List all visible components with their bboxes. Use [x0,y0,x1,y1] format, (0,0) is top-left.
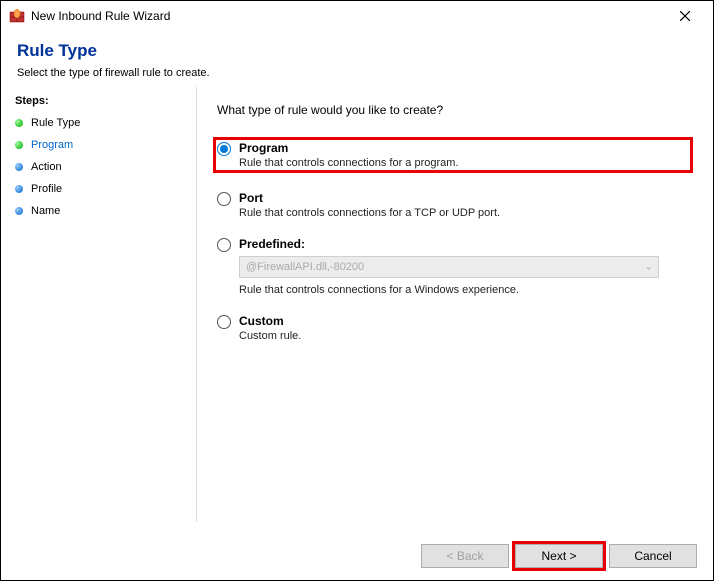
radio-program[interactable] [217,142,231,156]
option-predefined: Predefined: @FirewallAPI.dll,-80200 ⌄ Ru… [217,237,693,296]
bullet-icon [15,119,23,127]
bullet-icon [15,163,23,171]
step-label: Profile [31,183,62,195]
step-label: Action [31,161,62,173]
question-text: What type of rule would you like to crea… [217,103,693,117]
titlebar: New Inbound Rule Wizard [1,1,713,31]
bullet-icon [15,185,23,193]
step-label: Program [31,139,73,151]
option-program: Program Rule that controls connections f… [213,137,693,173]
option-predefined-title: Predefined: [239,237,693,251]
option-custom: Custom Custom rule. [217,314,693,342]
step-program[interactable]: Program [15,137,184,153]
option-port: Port Rule that controls connections for … [217,191,693,219]
step-profile[interactable]: Profile [15,181,184,197]
radio-predefined[interactable] [217,238,231,252]
step-label: Rule Type [31,117,80,129]
bullet-icon [15,207,23,215]
steps-sidebar: Steps: Rule Type Program Action Profile … [1,87,196,522]
predefined-select: @FirewallAPI.dll,-80200 [239,256,659,278]
option-program-title: Program [239,141,689,155]
close-icon [680,11,690,21]
firewall-icon [9,8,25,24]
option-custom-title: Custom [239,314,693,328]
page-description: Select the type of firewall rule to crea… [17,67,697,79]
wizard-footer: < Back Next > Cancel [1,532,713,580]
radio-custom[interactable] [217,315,231,329]
option-port-title: Port [239,191,693,205]
steps-heading: Steps: [15,95,184,107]
step-label: Name [31,205,60,217]
close-button[interactable] [665,2,705,30]
cancel-button[interactable]: Cancel [609,544,697,568]
page-title: Rule Type [17,41,697,61]
step-name[interactable]: Name [15,203,184,219]
bullet-icon [15,141,23,149]
radio-port[interactable] [217,192,231,206]
main-panel: What type of rule would you like to crea… [196,87,713,522]
step-action[interactable]: Action [15,159,184,175]
option-program-desc: Rule that controls connections for a pro… [239,157,689,169]
window-title: New Inbound Rule Wizard [31,9,665,23]
step-rule-type[interactable]: Rule Type [15,115,184,131]
option-predefined-desc: Rule that controls connections for a Win… [239,284,693,296]
option-port-desc: Rule that controls connections for a TCP… [239,207,693,219]
wizard-header: Rule Type Select the type of firewall ru… [1,31,713,87]
option-custom-desc: Custom rule. [239,330,693,342]
back-button[interactable]: < Back [421,544,509,568]
next-button[interactable]: Next > [515,544,603,568]
